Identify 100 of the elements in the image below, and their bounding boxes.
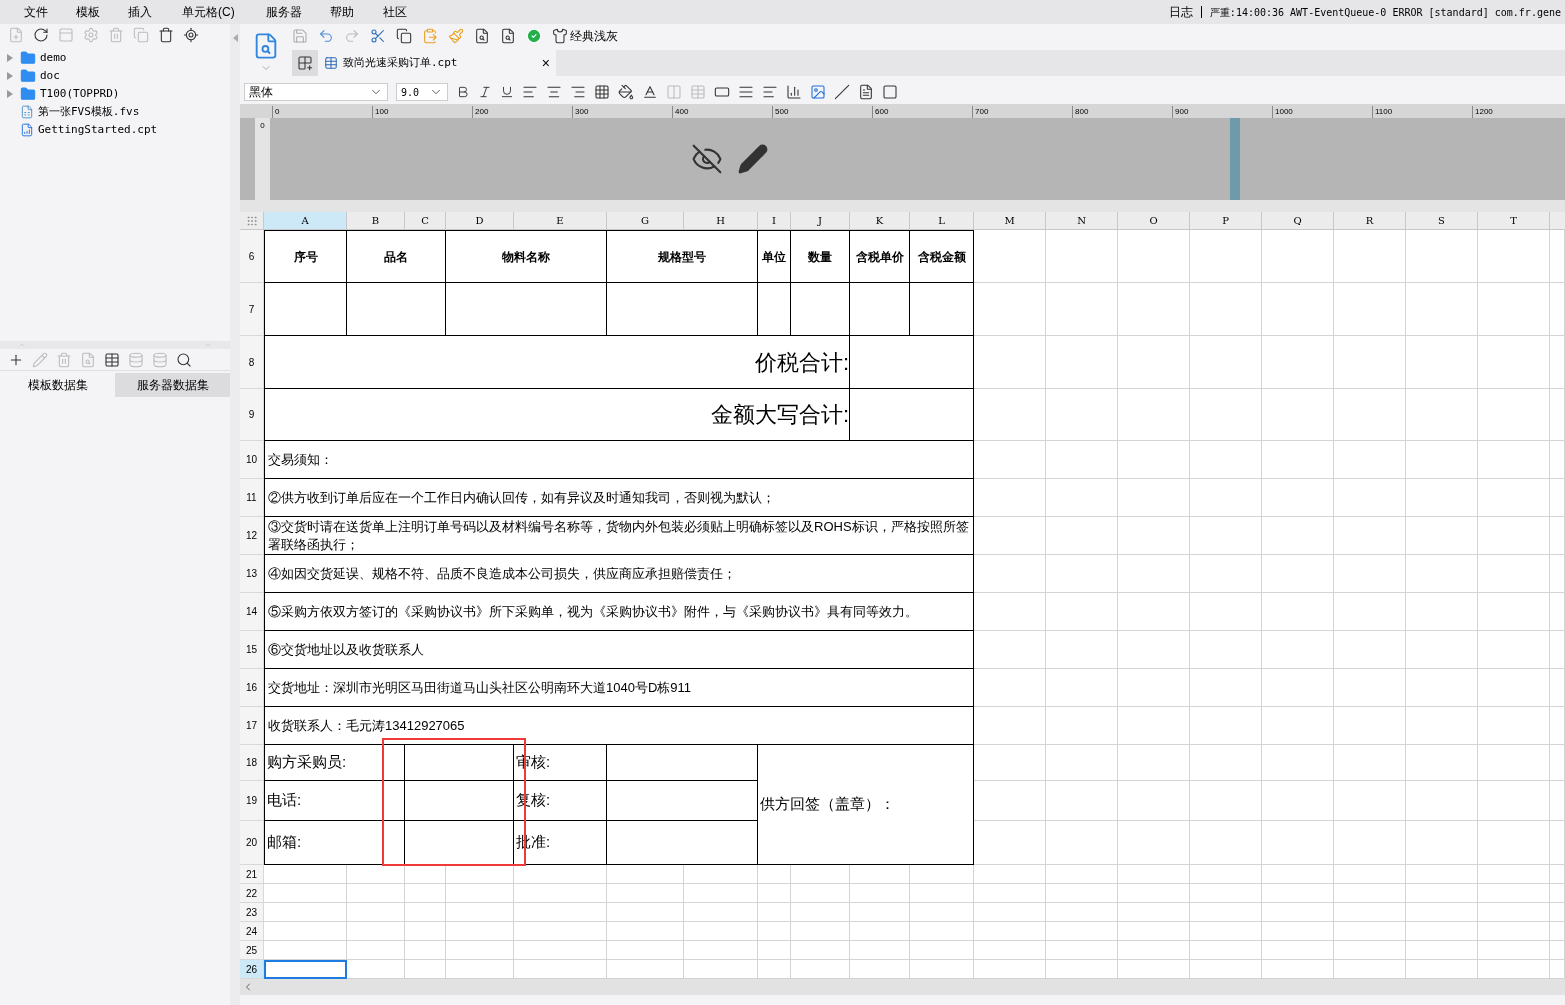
horizontal-scrollbar[interactable]: [240, 979, 1565, 995]
merge-cells-icon[interactable]: [666, 84, 682, 100]
spreadsheet-cell[interactable]: [264, 283, 347, 336]
file-tree-item[interactable]: demo: [40, 49, 67, 67]
image-icon[interactable]: [810, 84, 826, 100]
row-header[interactable]: 23: [240, 903, 264, 922]
note-cell[interactable]: 交货地址：深圳市光明区马田街道马山头社区公明南环大道1040号D栋911: [264, 669, 974, 707]
menu-item[interactable]: 社区: [383, 3, 423, 21]
note-cell[interactable]: 收货联系人：毛元涛13412927065: [264, 707, 974, 745]
expand-arrow-icon[interactable]: [7, 54, 13, 62]
database-icon[interactable]: [152, 351, 168, 368]
document-tab[interactable]: 致尚光速采购订单.cpt ×: [318, 50, 556, 76]
preview-icon[interactable]: [80, 351, 96, 368]
column-header[interactable]: D: [446, 212, 514, 230]
row-header[interactable]: 21: [240, 865, 264, 884]
row-header[interactable]: 13: [240, 555, 264, 593]
underline-icon[interactable]: [500, 85, 514, 99]
expand-arrow-icon[interactable]: [7, 90, 13, 98]
spreadsheet-cell[interactable]: [910, 283, 974, 336]
redo-icon[interactable]: [344, 28, 360, 44]
row-header[interactable]: 19: [240, 781, 264, 821]
dataset-tab[interactable]: 服务器数据集: [115, 373, 230, 397]
column-header[interactable]: G: [607, 212, 684, 230]
signoff-label-cell[interactable]: 邮箱:: [264, 821, 405, 865]
row-header[interactable]: 15: [240, 631, 264, 669]
theme-button[interactable]: 经典浅灰: [552, 27, 618, 45]
database-icon[interactable]: [128, 351, 144, 368]
row-header[interactable]: 7: [240, 283, 264, 336]
row-header[interactable]: 8: [240, 336, 264, 389]
bar-chart-icon[interactable]: [786, 84, 802, 100]
column-header[interactable]: Q: [1262, 212, 1334, 230]
column-title-cell[interactable]: 含税金额: [910, 230, 974, 283]
spreadsheet-cell[interactable]: [347, 283, 446, 336]
row-header[interactable]: 18: [240, 745, 264, 781]
row-header[interactable]: 6: [240, 230, 264, 283]
pencil-icon[interactable]: [737, 143, 769, 175]
subreport-icon[interactable]: [858, 84, 874, 100]
signoff-label-cell[interactable]: 电话:: [264, 781, 405, 821]
text-field-icon[interactable]: [714, 84, 730, 100]
save-icon[interactable]: [292, 28, 308, 44]
column-title-cell[interactable]: 品名: [347, 230, 446, 283]
spreadsheet-cell[interactable]: [405, 745, 514, 781]
column-header[interactable]: K: [850, 212, 910, 230]
row-header[interactable]: 24: [240, 922, 264, 941]
total-label-cell[interactable]: 金额大写合计:: [264, 389, 850, 441]
menu-item[interactable]: 服务器: [266, 3, 330, 21]
align-left-icon[interactable]: [522, 84, 538, 100]
recycle-bin-icon[interactable]: [158, 27, 174, 43]
note-cell[interactable]: ⑥交货地址以及收货联系人: [264, 631, 974, 669]
row-header[interactable]: 11: [240, 479, 264, 517]
font-size-select[interactable]: 9.0: [396, 83, 448, 101]
note-cell[interactable]: 交易须知：: [264, 441, 974, 479]
delete-icon[interactable]: [108, 27, 124, 43]
supplier-signature-cell[interactable]: 供方回签（盖章）：: [758, 745, 974, 865]
refresh-icon[interactable]: [33, 27, 49, 43]
column-header[interactable]: R: [1334, 212, 1406, 230]
font-color-icon[interactable]: [642, 84, 658, 100]
align-right-icon[interactable]: [570, 84, 586, 100]
undo-icon[interactable]: [318, 28, 334, 44]
file-tree-item[interactable]: GettingStarted.cpt: [38, 121, 158, 139]
shirt-icon[interactable]: [552, 28, 568, 44]
row-header[interactable]: 14: [240, 593, 264, 631]
expand-arrow-icon[interactable]: [7, 72, 13, 80]
spreadsheet-cell[interactable]: [446, 283, 607, 336]
column-title-cell[interactable]: 含税单价: [850, 230, 910, 283]
spreadsheet-cell[interactable]: [758, 283, 791, 336]
row-header[interactable]: 16: [240, 669, 264, 707]
column-header[interactable]: N: [1046, 212, 1118, 230]
menu-item[interactable]: 帮助: [330, 3, 383, 21]
column-header[interactable]: [1550, 212, 1565, 230]
paragraph-icon[interactable]: [762, 84, 778, 100]
column-header[interactable]: H: [684, 212, 758, 230]
border-icon[interactable]: [594, 84, 610, 100]
column-header[interactable]: P: [1190, 212, 1262, 230]
column-header[interactable]: E: [514, 212, 607, 230]
spreadsheet-cell[interactable]: [850, 283, 910, 336]
menu-item[interactable]: 模板: [76, 3, 128, 21]
locate-icon[interactable]: [183, 27, 199, 43]
column-title-cell[interactable]: 规格型号: [607, 230, 758, 283]
column-header[interactable]: O: [1118, 212, 1190, 230]
row-header[interactable]: 26: [240, 960, 264, 979]
edit-icon[interactable]: [32, 351, 48, 368]
italic-icon[interactable]: [478, 85, 492, 99]
row-header[interactable]: 17: [240, 707, 264, 745]
total-label-cell[interactable]: 价税合计:: [264, 336, 850, 389]
bold-icon[interactable]: [456, 85, 470, 99]
select-all-corner[interactable]: [240, 212, 264, 230]
cut-icon[interactable]: [370, 28, 386, 44]
spreadsheet-cell[interactable]: [607, 781, 758, 821]
cell-border-icon[interactable]: [882, 84, 898, 100]
note-cell[interactable]: ⑤采购方依双方签订的《采购协议书》所下采购单，视为《采购协议书》附件，与《采购协议书》具有同等效力。: [264, 593, 974, 631]
template-icon[interactable]: [58, 27, 74, 43]
grid-dots-icon[interactable]: [245, 214, 258, 227]
signoff-label-cell[interactable]: 购方采购员:: [264, 745, 405, 781]
format-painter-icon[interactable]: [448, 28, 464, 44]
unmerge-cells-icon[interactable]: [690, 84, 706, 100]
note-cell[interactable]: ③交货时请在送货单上注明订单号码以及材料编号名称等，货物内外包装必须贴上明确标签以及ROHS标识，严格按照所签署联络函执行；: [264, 517, 974, 555]
column-header[interactable]: B: [347, 212, 405, 230]
file-tree-item[interactable]: 第一张FVS模板.fvs: [38, 103, 140, 121]
collapse-panel-icon[interactable]: [232, 34, 238, 42]
